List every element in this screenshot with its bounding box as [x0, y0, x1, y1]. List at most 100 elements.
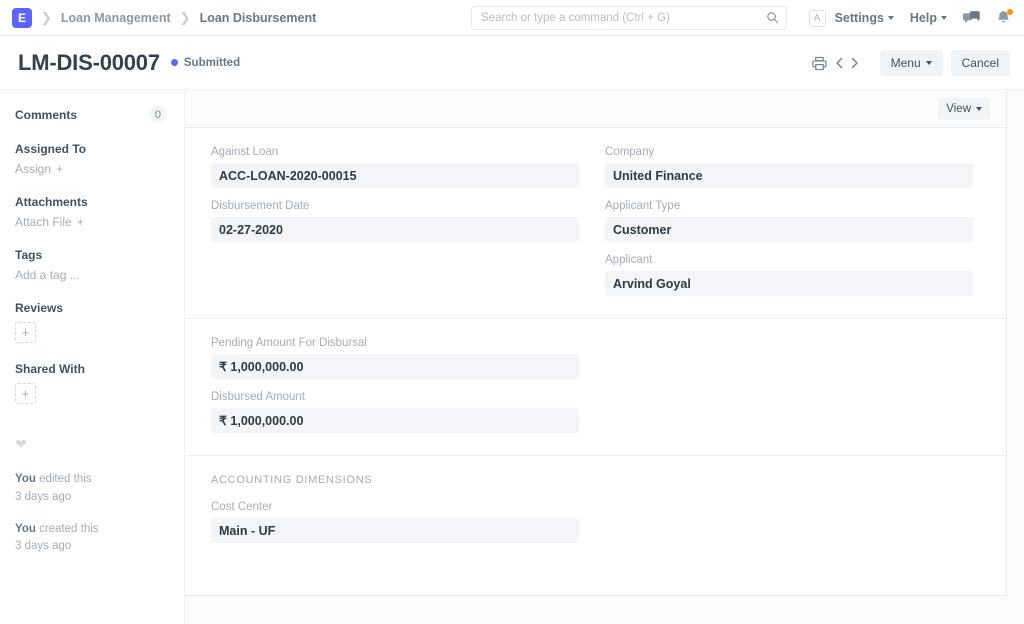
top-navbar: E ❯ Loan Management ❯ Loan Disbursement …: [0, 0, 1024, 36]
page-title: LM-DIS-00007: [18, 50, 160, 76]
field-value[interactable]: ACC-LOAN-2020-00015: [211, 163, 579, 188]
sidebar: Comments 0 Assigned To Assign + Attachme…: [0, 90, 185, 624]
activity-action: edited this: [36, 473, 92, 485]
page-body: Comments 0 Assigned To Assign + Attachme…: [0, 90, 1024, 624]
activity-actor: You: [15, 523, 36, 535]
title-actions: Menu Cancel: [812, 36, 1010, 90]
notifications-button[interactable]: [996, 10, 1011, 26]
main-content: View Against Loan ACC-LOAN-2020-00015 Di…: [185, 90, 1024, 624]
navbar-right-actions: A Settings Help: [809, 0, 1011, 36]
comments-label: Comments: [15, 108, 77, 122]
sidebar-section-assigned-to: Assigned To Assign +: [15, 142, 184, 176]
chevron-right-icon[interactable]: [848, 56, 861, 70]
print-button[interactable]: [812, 56, 827, 71]
sidebar-section-reviews: Reviews +: [15, 301, 184, 343]
activity-action: created this: [36, 523, 99, 535]
chevron-down-icon: [888, 16, 894, 20]
form-card-header: View: [185, 90, 1006, 128]
activity-actor: You: [15, 473, 36, 485]
field-label: Disbursement Date: [211, 200, 579, 212]
menu-button[interactable]: Menu: [880, 50, 943, 76]
breadcrumb-item-loan-management[interactable]: Loan Management: [61, 11, 171, 25]
field-cost-center: Cost Center Main - UF: [211, 501, 579, 543]
form-column-right: [605, 337, 973, 433]
activity-time: 3 days ago: [15, 540, 71, 552]
shared-with-label: Shared With: [15, 362, 184, 376]
field-disbursed-amount: Disbursed Amount ₹ 1,000,000.00: [211, 391, 579, 433]
like-button[interactable]: ❤: [15, 436, 184, 453]
activity-time: 3 days ago: [15, 491, 71, 503]
field-company: Company United Finance: [605, 146, 973, 188]
app-logo[interactable]: E: [12, 8, 32, 28]
attach-file-label: Attach File: [15, 215, 72, 229]
field-pending-amount-for-disbursal: Pending Amount For Disbursal ₹ 1,000,000…: [211, 337, 579, 379]
field-label: Disbursed Amount: [211, 391, 579, 403]
assigned-to-label: Assigned To: [15, 142, 184, 156]
breadcrumb-separator-icon: ❯: [41, 11, 52, 24]
printer-icon: [812, 56, 827, 71]
search-container: [471, 6, 787, 30]
form-column-left: Cost Center Main - UF: [211, 501, 579, 543]
help-menu[interactable]: Help: [910, 11, 947, 25]
breadcrumb-separator-icon: ❯: [180, 11, 191, 24]
add-share-button[interactable]: +: [15, 383, 36, 404]
breadcrumb-item-loan-disbursement[interactable]: Loan Disbursement: [200, 11, 317, 25]
sidebar-section-shared-with: Shared With +: [15, 362, 184, 404]
chevron-down-icon: [941, 16, 947, 20]
status-label: Submitted: [184, 57, 240, 69]
view-button-label: View: [946, 103, 971, 115]
chevron-down-icon: [976, 107, 982, 111]
field-label: Company: [605, 146, 973, 158]
form-column-left: Pending Amount For Disbursal ₹ 1,000,000…: [211, 337, 579, 433]
cancel-button[interactable]: Cancel: [951, 50, 1010, 76]
field-label: Applicant: [605, 254, 973, 266]
field-label: Pending Amount For Disbursal: [211, 337, 579, 349]
field-disbursement-date: Disbursement Date 02-27-2020: [211, 200, 579, 242]
field-value[interactable]: Customer: [605, 217, 973, 242]
field-label: Cost Center: [211, 501, 579, 513]
add-tag-input[interactable]: Add a tag ...: [15, 268, 184, 282]
field-applicant-type: Applicant Type Customer: [605, 200, 973, 242]
page-title-bar: LM-DIS-00007 Submitted Menu Cancel: [0, 36, 1024, 90]
sidebar-section-tags: Tags Add a tag ...: [15, 248, 184, 282]
form-column-right: Company United Finance Applicant Type Cu…: [605, 146, 973, 296]
field-label: Against Loan: [211, 146, 579, 158]
form-section-accounting-dimensions: ACCOUNTING DIMENSIONS Cost Center Main -…: [185, 456, 1006, 565]
field-value[interactable]: United Finance: [605, 163, 973, 188]
form-section-details: Against Loan ACC-LOAN-2020-00015 Disburs…: [185, 128, 1006, 319]
field-value[interactable]: 02-27-2020: [211, 217, 579, 242]
form-column-left: Against Loan ACC-LOAN-2020-00015 Disburs…: [211, 146, 579, 296]
status-badge: Submitted: [171, 57, 240, 69]
plus-icon: +: [56, 162, 63, 176]
settings-label: Settings: [835, 11, 884, 25]
chevron-down-icon: [926, 61, 932, 65]
sidebar-section-comments[interactable]: Comments 0: [15, 106, 184, 123]
comments-count: 0: [149, 106, 167, 123]
assign-button[interactable]: Assign +: [15, 162, 184, 176]
field-value[interactable]: Main - UF: [211, 518, 579, 543]
form-section-amounts: Pending Amount For Disbursal ₹ 1,000,000…: [185, 319, 1006, 456]
menu-button-label: Menu: [891, 56, 921, 70]
field-applicant: Applicant Arvind Goyal: [605, 254, 973, 296]
assign-label: Assign: [15, 162, 51, 176]
plus-icon: +: [77, 215, 84, 229]
chevron-left-icon[interactable]: [833, 56, 846, 70]
status-dot-icon: [171, 59, 178, 66]
field-label: Applicant Type: [605, 200, 973, 212]
settings-menu[interactable]: Settings: [835, 11, 894, 25]
section-heading: ACCOUNTING DIMENSIONS: [211, 474, 982, 486]
field-value[interactable]: ₹ 1,000,000.00: [211, 354, 579, 379]
attachments-label: Attachments: [15, 195, 184, 209]
field-value[interactable]: Arvind Goyal: [605, 271, 973, 296]
notification-badge-dot: [1007, 9, 1013, 15]
field-against-loan: Against Loan ACC-LOAN-2020-00015: [211, 146, 579, 188]
field-value[interactable]: ₹ 1,000,000.00: [211, 408, 579, 433]
avatar[interactable]: A: [809, 10, 826, 27]
add-review-button[interactable]: +: [15, 322, 36, 343]
activity-created: You created this 3 days ago: [15, 521, 184, 557]
sidebar-section-attachments: Attachments Attach File +: [15, 195, 184, 229]
view-button[interactable]: View: [938, 98, 990, 120]
attach-file-button[interactable]: Attach File +: [15, 215, 184, 229]
chat-button[interactable]: [963, 10, 980, 26]
search-input[interactable]: [471, 6, 787, 30]
